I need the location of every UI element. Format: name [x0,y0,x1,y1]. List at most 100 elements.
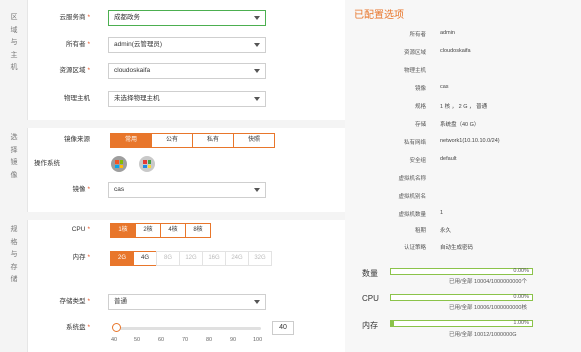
memory-option-16g: 16G [202,251,226,266]
image-source-option-snapshot[interactable]: 快照 [233,133,275,148]
image-source-tabs: 常用 公有 私有 快照 [110,133,275,148]
row-cloud-provider: 云服务商 * 成都政务 [28,10,338,26]
physical-host-select[interactable]: 未选择物理主机 [108,91,266,107]
quota-percent: 1.00% [513,320,529,326]
config-form: 区域与主机 云服务商 * 成都政务 所有者 * admin(云管理员) 资源区域 * … [0,0,345,352]
chevron-down-icon [254,188,260,192]
memory-label: 内存 [72,254,86,261]
os-label: 操作系统 [34,160,60,167]
summary-key: 私有网络 [403,140,426,146]
slider-tick: 100 [253,337,263,343]
chevron-down-icon [254,16,260,20]
image-select[interactable]: cas [108,182,266,198]
required-mark: * [87,186,90,193]
summary-value: cas [440,84,449,90]
image-value: cas [114,186,125,193]
quota-label-cpu: CPU [362,294,379,303]
storage-type-label: 存储类型 [59,298,86,305]
summary-key: 安全组 [409,158,426,164]
chevron-down-icon [254,69,260,73]
memory-option-8g: 8G [156,251,180,266]
summary-panel: 已配置选项 所有者 admin 资源区域 cloudoskaifa 物理主机 镜… [345,0,581,352]
cpu-option-1[interactable]: 1核 [110,223,136,238]
image-source-option-private[interactable]: 私有 [192,133,234,148]
memory-option-4g[interactable]: 4G [133,251,157,266]
physical-host-label: 物理主机 [64,95,90,102]
cpu-option-4[interactable]: 4核 [160,223,186,238]
physical-host-value: 未选择物理主机 [114,95,160,102]
quota-bar-cpu: 0.00% [390,294,533,301]
windows-icon[interactable] [111,156,127,172]
summary-key: 镜像 [414,86,426,92]
slider-tick: 50 [134,337,141,343]
cloud-provider-label: 云服务商 [59,14,86,21]
storage-type-value: 普通 [114,298,127,305]
image-source-option-public[interactable]: 公有 [151,133,193,148]
row-storage-type: 存储类型 * 普通 [28,294,338,310]
summary-value: network1(10.10.10.0/24) [440,138,500,144]
chevron-down-icon [254,97,260,101]
owner-label: 所有者 [65,41,86,48]
quota-label-count: 数量 [362,269,378,278]
row-memory: 内存 * 2G 4G 8G 12G 16G 24G 32G [28,250,338,266]
row-owner: 所有者 * admin(云管理员) [28,37,338,53]
memory-option-2g[interactable]: 2G [110,251,134,266]
slider-tick: 40 [111,337,118,343]
quota-bar-memory: 1.00% [390,320,533,327]
windows-color-icon[interactable] [139,156,155,172]
owner-select[interactable]: admin(云管理员) [108,37,266,53]
system-disk-slider-thumb[interactable] [112,323,121,332]
summary-list: 所有者 admin 资源区域 cloudoskaifa 物理主机 镜像 cas … [345,26,581,256]
storage-type-select[interactable]: 普通 [108,294,266,310]
summary-key: 规格 [414,104,426,110]
summary-key: 存储 [414,122,426,128]
section-region-host: 区域与主机 云服务商 * 成都政务 所有者 * admin(云管理员) 资源区域 * … [0,0,345,120]
slider-tick: 60 [158,337,165,343]
system-disk-label: 系统盘 [65,324,86,331]
row-resource-region: 资源区域 * cloudoskaifa [28,63,338,79]
chevron-down-icon [254,300,260,304]
required-mark: * [87,67,90,74]
slider-tick: 80 [206,337,213,343]
summary-key: 虚拟机数量 [398,212,426,218]
section-tab-image: 选择镜像 [0,128,28,212]
quota-detail-cpu: 已用/全部 10006/1000000000核 [449,305,527,311]
row-physical-host: 物理主机 未选择物理主机 [28,91,338,107]
memory-option-24g: 24G [225,251,249,266]
cpu-option-8[interactable]: 8核 [185,223,211,238]
cpu-label: CPU [71,226,86,233]
section-tab-label: 规格与存储 [10,226,18,283]
cpu-option-2[interactable]: 2核 [135,223,161,238]
summary-key: 认证策略 [403,245,426,251]
image-source-option-common[interactable]: 常用 [110,133,152,148]
cloud-provider-select[interactable]: 成都政务 [108,10,266,26]
required-mark: * [87,324,90,331]
system-disk-slider-track[interactable] [116,327,261,330]
section-divider [0,212,345,220]
summary-value: 1 [440,210,444,216]
image-label: 镜像 [72,186,86,193]
quota-bar-count: 0.00% [390,268,533,275]
summary-key: 租期 [414,228,426,234]
row-system-disk: 系统盘 * 40 40 50 60 70 80 90 100 [28,320,338,350]
section-tab-label: 区域与主机 [10,14,18,71]
slider-tick: 90 [230,337,237,343]
section-tab-label: 选择镜像 [10,134,18,179]
summary-value: admin [440,30,455,36]
quota-percent: 0.00% [513,268,529,274]
resource-region-label: 资源区域 [59,67,86,74]
row-image: 镜像 * cas [28,182,338,198]
resource-region-select[interactable]: cloudoskaifa [108,63,266,79]
section-tab-region: 区域与主机 [0,0,28,120]
row-cpu: CPU * 1核 2核 4核 8核 [28,222,338,238]
required-mark: * [87,41,90,48]
section-image: 选择镜像 镜像来源 常用 公有 私有 快照 操作系统 镜像 * cas [0,128,345,212]
summary-value: 系统盘（40 G） [440,122,480,128]
summary-value: 永久 [440,228,452,234]
quota-detail-memory: 已用/全部 10012/1000000G [449,332,517,338]
resource-region-value: cloudoskaifa [114,67,151,74]
memory-option-32g: 32G [248,251,272,266]
memory-option-12g: 12G [179,251,203,266]
system-disk-input[interactable]: 40 [272,321,294,335]
section-tab-spec: 规格与存储 [0,220,28,352]
